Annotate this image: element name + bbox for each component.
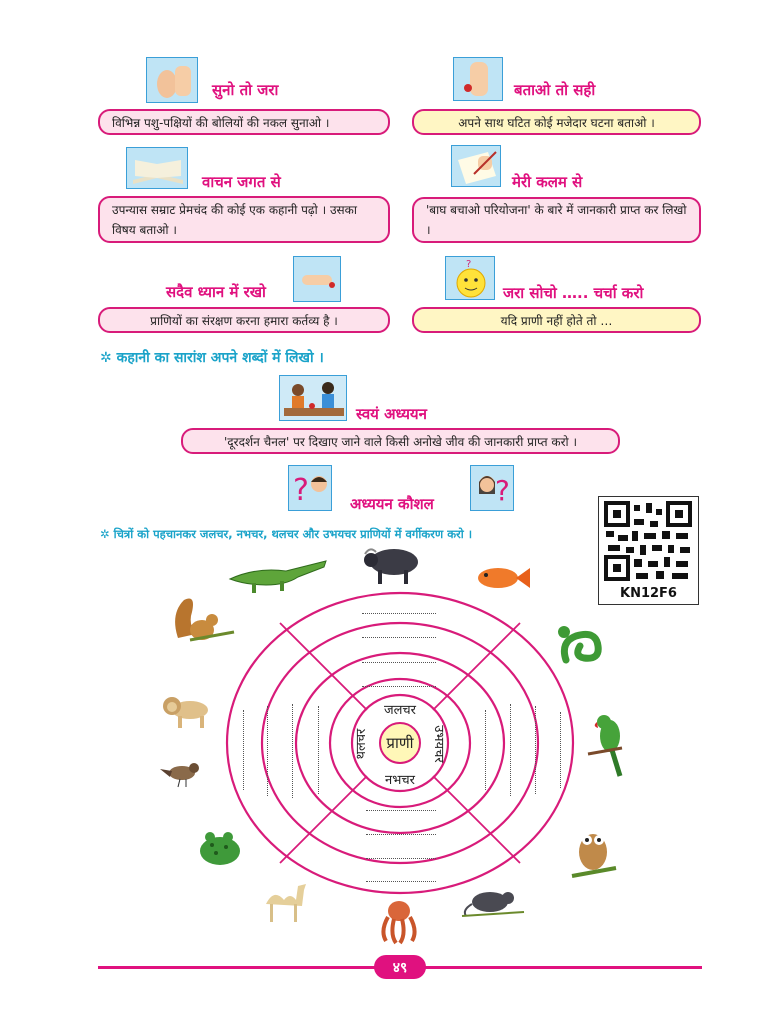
boy-question-picture: ?	[288, 465, 332, 511]
sparrow-icon	[160, 763, 199, 788]
answer-line[interactable]	[362, 662, 436, 663]
frog-icon	[200, 832, 240, 865]
self-study-title: स्वयं अध्ययन	[356, 405, 427, 423]
summary-task: ✲ कहानी का सारांश अपने शब्दों में लिखो ।	[100, 350, 324, 366]
center-label: प्राणी	[386, 734, 414, 752]
answer-line[interactable]	[510, 704, 511, 796]
snake-icon	[558, 626, 602, 664]
octopus-icon	[381, 901, 417, 945]
fish-icon	[478, 568, 530, 588]
top-label-jalchar: जलचर	[383, 703, 417, 718]
writing-hand-picture	[451, 145, 501, 187]
crocodile-icon	[228, 560, 327, 593]
read-title: वाचन जगत से	[202, 173, 281, 191]
qr-code-box: KN12F6	[598, 496, 699, 605]
telling-hand-picture	[453, 57, 503, 101]
answer-line[interactable]	[366, 834, 436, 835]
left-label-thalchar: थलचर	[354, 728, 369, 760]
tell-title: बताओ तो सही	[514, 81, 596, 99]
listen-title: सुनो तो जरा	[212, 81, 279, 99]
read-text: उपन्यास सम्राट प्रेमचंद की कोई एक कहानी …	[98, 196, 390, 243]
parrot-icon	[587, 715, 623, 777]
answer-line[interactable]	[267, 706, 268, 796]
rat-icon	[461, 892, 525, 917]
page-number-badge: ४९	[374, 955, 426, 979]
answer-line[interactable]	[362, 613, 436, 614]
camel-icon	[266, 884, 306, 922]
self-study-text: 'दूरदर्शन चैनल' पर दिखाए जाने वाले किसी …	[181, 428, 620, 454]
answer-line[interactable]	[366, 858, 436, 859]
owl-icon	[571, 834, 617, 878]
pointing-hand-picture	[293, 256, 341, 302]
qr-code-label: KN12F6	[620, 586, 677, 601]
answer-line[interactable]	[535, 706, 536, 794]
svg-text:?: ?	[495, 474, 510, 507]
lion-icon	[163, 697, 208, 728]
listening-ear-picture	[146, 57, 198, 103]
answer-line[interactable]	[485, 710, 486, 790]
svg-text:?: ?	[466, 259, 471, 270]
right-label-ubhaychar: उभयचर	[431, 725, 446, 763]
answer-line[interactable]	[362, 686, 436, 687]
tell-text: अपने साथ घटित कोई मजेदार घटना बताओ ।	[412, 109, 701, 135]
page-number: ४९	[392, 959, 408, 976]
answer-line[interactable]	[366, 810, 436, 811]
pen-title: मेरी कलम से	[512, 173, 583, 191]
classify-task: ✲ चित्रों को पहचानकर जलचर, नभचर, थलचर और…	[100, 527, 473, 541]
remember-title: सदैव ध्यान में रखो	[166, 283, 266, 301]
buffalo-icon	[364, 548, 418, 584]
svg-text:?: ?	[293, 473, 309, 508]
pen-text: 'बाघ बचाओ परियोजना' के बारे में जानकारी …	[412, 197, 701, 243]
think-text: यदि प्राणी नहीं होते तो …	[412, 307, 701, 333]
answer-line[interactable]	[560, 712, 561, 788]
listen-text: विभिन्न पशु-पक्षियों की बोलियों की नकल स…	[98, 109, 390, 135]
answer-line[interactable]	[362, 637, 436, 638]
children-studying-picture	[279, 375, 347, 421]
study-skill-title: अध्ययन कौशल	[350, 495, 434, 513]
thinking-face-picture: ?	[445, 256, 495, 300]
book-picture	[126, 147, 188, 189]
qr-code-icon	[604, 501, 692, 581]
remember-text: प्राणियों का संरक्षण करना हमारा कर्तव्य …	[98, 307, 390, 333]
think-title: जरा सोचो ….. चर्चा करो	[503, 284, 644, 302]
answer-line[interactable]	[366, 881, 436, 882]
answer-line[interactable]	[292, 704, 293, 798]
squirrel-icon	[175, 598, 235, 642]
answer-line[interactable]	[318, 706, 319, 794]
bottom-label-nabhchar: नभचर	[385, 773, 415, 788]
answer-line[interactable]	[243, 710, 244, 790]
girl-question-picture: ?	[470, 465, 514, 511]
